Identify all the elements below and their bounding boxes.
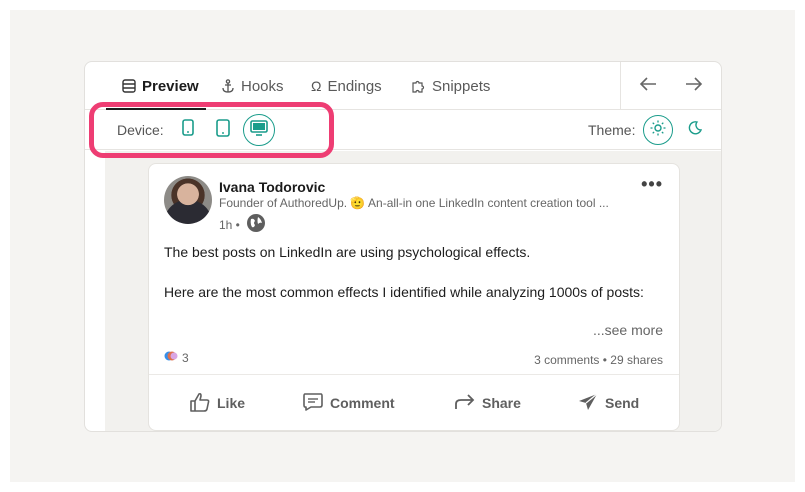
device-mobile-button[interactable] bbox=[173, 115, 203, 145]
post-line-1: The best posts on LinkedIn are using psy… bbox=[164, 244, 531, 260]
comment-button[interactable]: Comment bbox=[302, 388, 395, 418]
post-time: 1h • bbox=[219, 218, 240, 232]
author-name[interactable]: Ivana Todorovic bbox=[219, 179, 325, 195]
tab-snippets[interactable]: Snippets bbox=[411, 62, 490, 110]
more-options-icon[interactable]: ••• bbox=[641, 174, 663, 195]
device-toolbar: Device: Theme: bbox=[85, 110, 721, 150]
share-icon bbox=[454, 392, 476, 415]
reaction-icons bbox=[164, 349, 178, 366]
tab-endings[interactable]: Ω Endings bbox=[311, 62, 382, 110]
device-desktop-button[interactable] bbox=[243, 114, 275, 146]
actions-divider bbox=[149, 374, 679, 375]
tab-bar: Preview Hooks Ω Endings Snippets bbox=[85, 62, 721, 110]
post-line-2: Here are the most common effects I ident… bbox=[164, 284, 644, 300]
tab-label: Snippets bbox=[432, 77, 491, 95]
forward-button[interactable] bbox=[682, 74, 706, 98]
reactions-summary[interactable]: 3 bbox=[164, 349, 189, 366]
omega-icon: Ω bbox=[311, 78, 322, 94]
nav-divider bbox=[620, 62, 621, 110]
share-label: Share bbox=[482, 395, 521, 411]
tablet-icon bbox=[216, 118, 230, 142]
tab-label: Hooks bbox=[241, 77, 284, 95]
globe-icon bbox=[246, 213, 266, 238]
author-headline: Founder of AuthoredUp. 🫡 An-all-in one L… bbox=[219, 196, 609, 210]
tab-preview[interactable]: Preview bbox=[122, 62, 199, 110]
post-body: The best posts on LinkedIn are using psy… bbox=[164, 242, 664, 302]
tab-label: Preview bbox=[142, 77, 199, 95]
comment-icon bbox=[302, 392, 324, 415]
device-tablet-button[interactable] bbox=[208, 115, 238, 145]
engagement-counts[interactable]: 3 comments • 29 shares bbox=[534, 353, 663, 367]
comment-label: Comment bbox=[330, 395, 395, 411]
device-label: Device: bbox=[117, 122, 164, 138]
anchor-icon bbox=[221, 79, 235, 93]
arrow-right-icon bbox=[685, 76, 703, 97]
send-label: Send bbox=[605, 395, 640, 411]
mobile-icon bbox=[182, 119, 194, 141]
back-button[interactable] bbox=[636, 74, 660, 98]
desktop-icon bbox=[250, 119, 268, 141]
reaction-count: 3 bbox=[182, 350, 189, 365]
puzzle-icon bbox=[411, 79, 426, 94]
like-label: Like bbox=[217, 395, 246, 411]
linkedin-post-card: Ivana Todorovic Founder of AuthoredUp. 🫡… bbox=[148, 163, 680, 431]
sun-icon bbox=[650, 120, 666, 141]
preview-canvas: Ivana Todorovic Founder of AuthoredUp. 🫡… bbox=[105, 151, 721, 431]
editor-panel: Preview Hooks Ω Endings Snippets Device:… bbox=[84, 61, 722, 432]
arrow-left-icon bbox=[639, 76, 657, 97]
send-icon bbox=[577, 392, 599, 415]
like-button[interactable]: Like bbox=[189, 388, 245, 418]
send-button[interactable]: Send bbox=[577, 388, 639, 418]
layout-icon bbox=[122, 79, 136, 93]
theme-label: Theme: bbox=[588, 122, 636, 138]
thumbs-up-icon bbox=[189, 392, 211, 415]
tab-label: Endings bbox=[327, 77, 382, 95]
moon-icon bbox=[688, 120, 703, 140]
avatar bbox=[164, 176, 212, 224]
theme-light-button[interactable] bbox=[643, 115, 673, 145]
tab-hooks[interactable]: Hooks bbox=[221, 62, 284, 110]
see-more-link[interactable]: ...see more bbox=[593, 322, 663, 338]
theme-dark-button[interactable] bbox=[680, 115, 710, 145]
share-button[interactable]: Share bbox=[454, 388, 521, 418]
